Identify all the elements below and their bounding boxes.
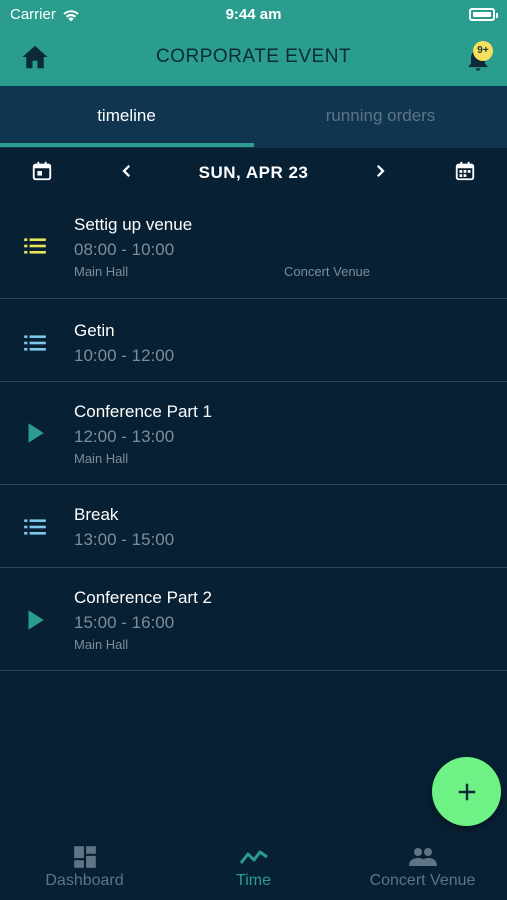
- event-time: 13:00 - 15:00: [74, 530, 175, 549]
- calendar-icon: [455, 161, 475, 181]
- nav-time[interactable]: Time: [169, 836, 338, 900]
- event-time: 10:00 - 12:00: [74, 346, 175, 365]
- event-location: Main Hall: [74, 637, 129, 652]
- tab-timeline[interactable]: timeline: [0, 86, 253, 148]
- event-location: Main Hall: [74, 264, 129, 279]
- event-location: Main Hall: [74, 451, 129, 466]
- play-icon: [28, 423, 44, 443]
- app-bar: CORPORATE EVENT: [0, 28, 507, 86]
- nav-concert-venue-label: Concert Venue: [369, 872, 476, 889]
- timeline-chart-icon: [239, 850, 268, 864]
- current-date: SUN, APR 23: [198, 163, 309, 182]
- nav-dashboard-label: Dashboard: [45, 872, 124, 889]
- active-tab-indicator: [0, 143, 254, 147]
- event-time: 15:00 - 16:00: [74, 613, 175, 632]
- people-icon: [408, 848, 437, 866]
- event-title: Break: [74, 505, 119, 524]
- nav-dashboard[interactable]: Dashboard: [0, 836, 169, 900]
- list-icon: [24, 519, 46, 535]
- play-icon: [28, 610, 44, 630]
- event-title: Getin: [74, 321, 115, 340]
- event-row[interactable]: Break 13:00 - 15:00: [0, 485, 507, 568]
- nav-concert-venue[interactable]: Concert Venue: [338, 836, 507, 900]
- bottom-navigation: Dashboard Time Concert Venue: [0, 836, 507, 900]
- app-header: Carrier 9:44 am CORPORATE EVENT: [0, 0, 507, 86]
- event-row[interactable]: Conference Part 2 15:00 - 16:00 Main Hal…: [0, 568, 507, 671]
- calendar-picker-button[interactable]: [454, 160, 476, 187]
- notification-badge: 9+: [473, 41, 493, 61]
- plus-icon: [458, 783, 475, 800]
- list-icon: [24, 335, 46, 351]
- status-time: 9:44 am: [225, 6, 282, 23]
- date-navigation: SUN, APR 23: [0, 148, 507, 194]
- event-row[interactable]: Settig up venue 08:00 - 10:00 Main Hall …: [0, 195, 507, 299]
- list-icon: [24, 238, 46, 254]
- chevron-right-icon: [376, 164, 385, 178]
- page-title: CORPORATE EVENT: [155, 46, 352, 67]
- event-list: Settig up venue 08:00 - 10:00 Main Hall …: [0, 195, 507, 671]
- next-day-button[interactable]: [371, 162, 389, 185]
- add-event-button[interactable]: [432, 757, 501, 826]
- nav-time-label: Time: [236, 872, 271, 889]
- event-time: 08:00 - 10:00: [74, 240, 175, 259]
- event-venue: Concert Venue: [284, 264, 371, 279]
- dashboard-icon: [73, 846, 96, 868]
- event-row[interactable]: Conference Part 1 12:00 - 13:00 Main Hal…: [0, 382, 507, 485]
- event-time: 12:00 - 13:00: [74, 427, 175, 446]
- event-title: Conference Part 1: [74, 402, 212, 421]
- battery-icon: [469, 8, 498, 21]
- event-title: Settig up venue: [74, 215, 193, 234]
- tab-running-orders[interactable]: running orders: [254, 86, 507, 148]
- status-bar: Carrier 9:44 am: [0, 0, 507, 28]
- tab-bar: timeline running orders: [0, 86, 507, 148]
- event-row[interactable]: Getin 10:00 - 12:00: [0, 299, 507, 382]
- event-title: Conference Part 2: [74, 588, 212, 607]
